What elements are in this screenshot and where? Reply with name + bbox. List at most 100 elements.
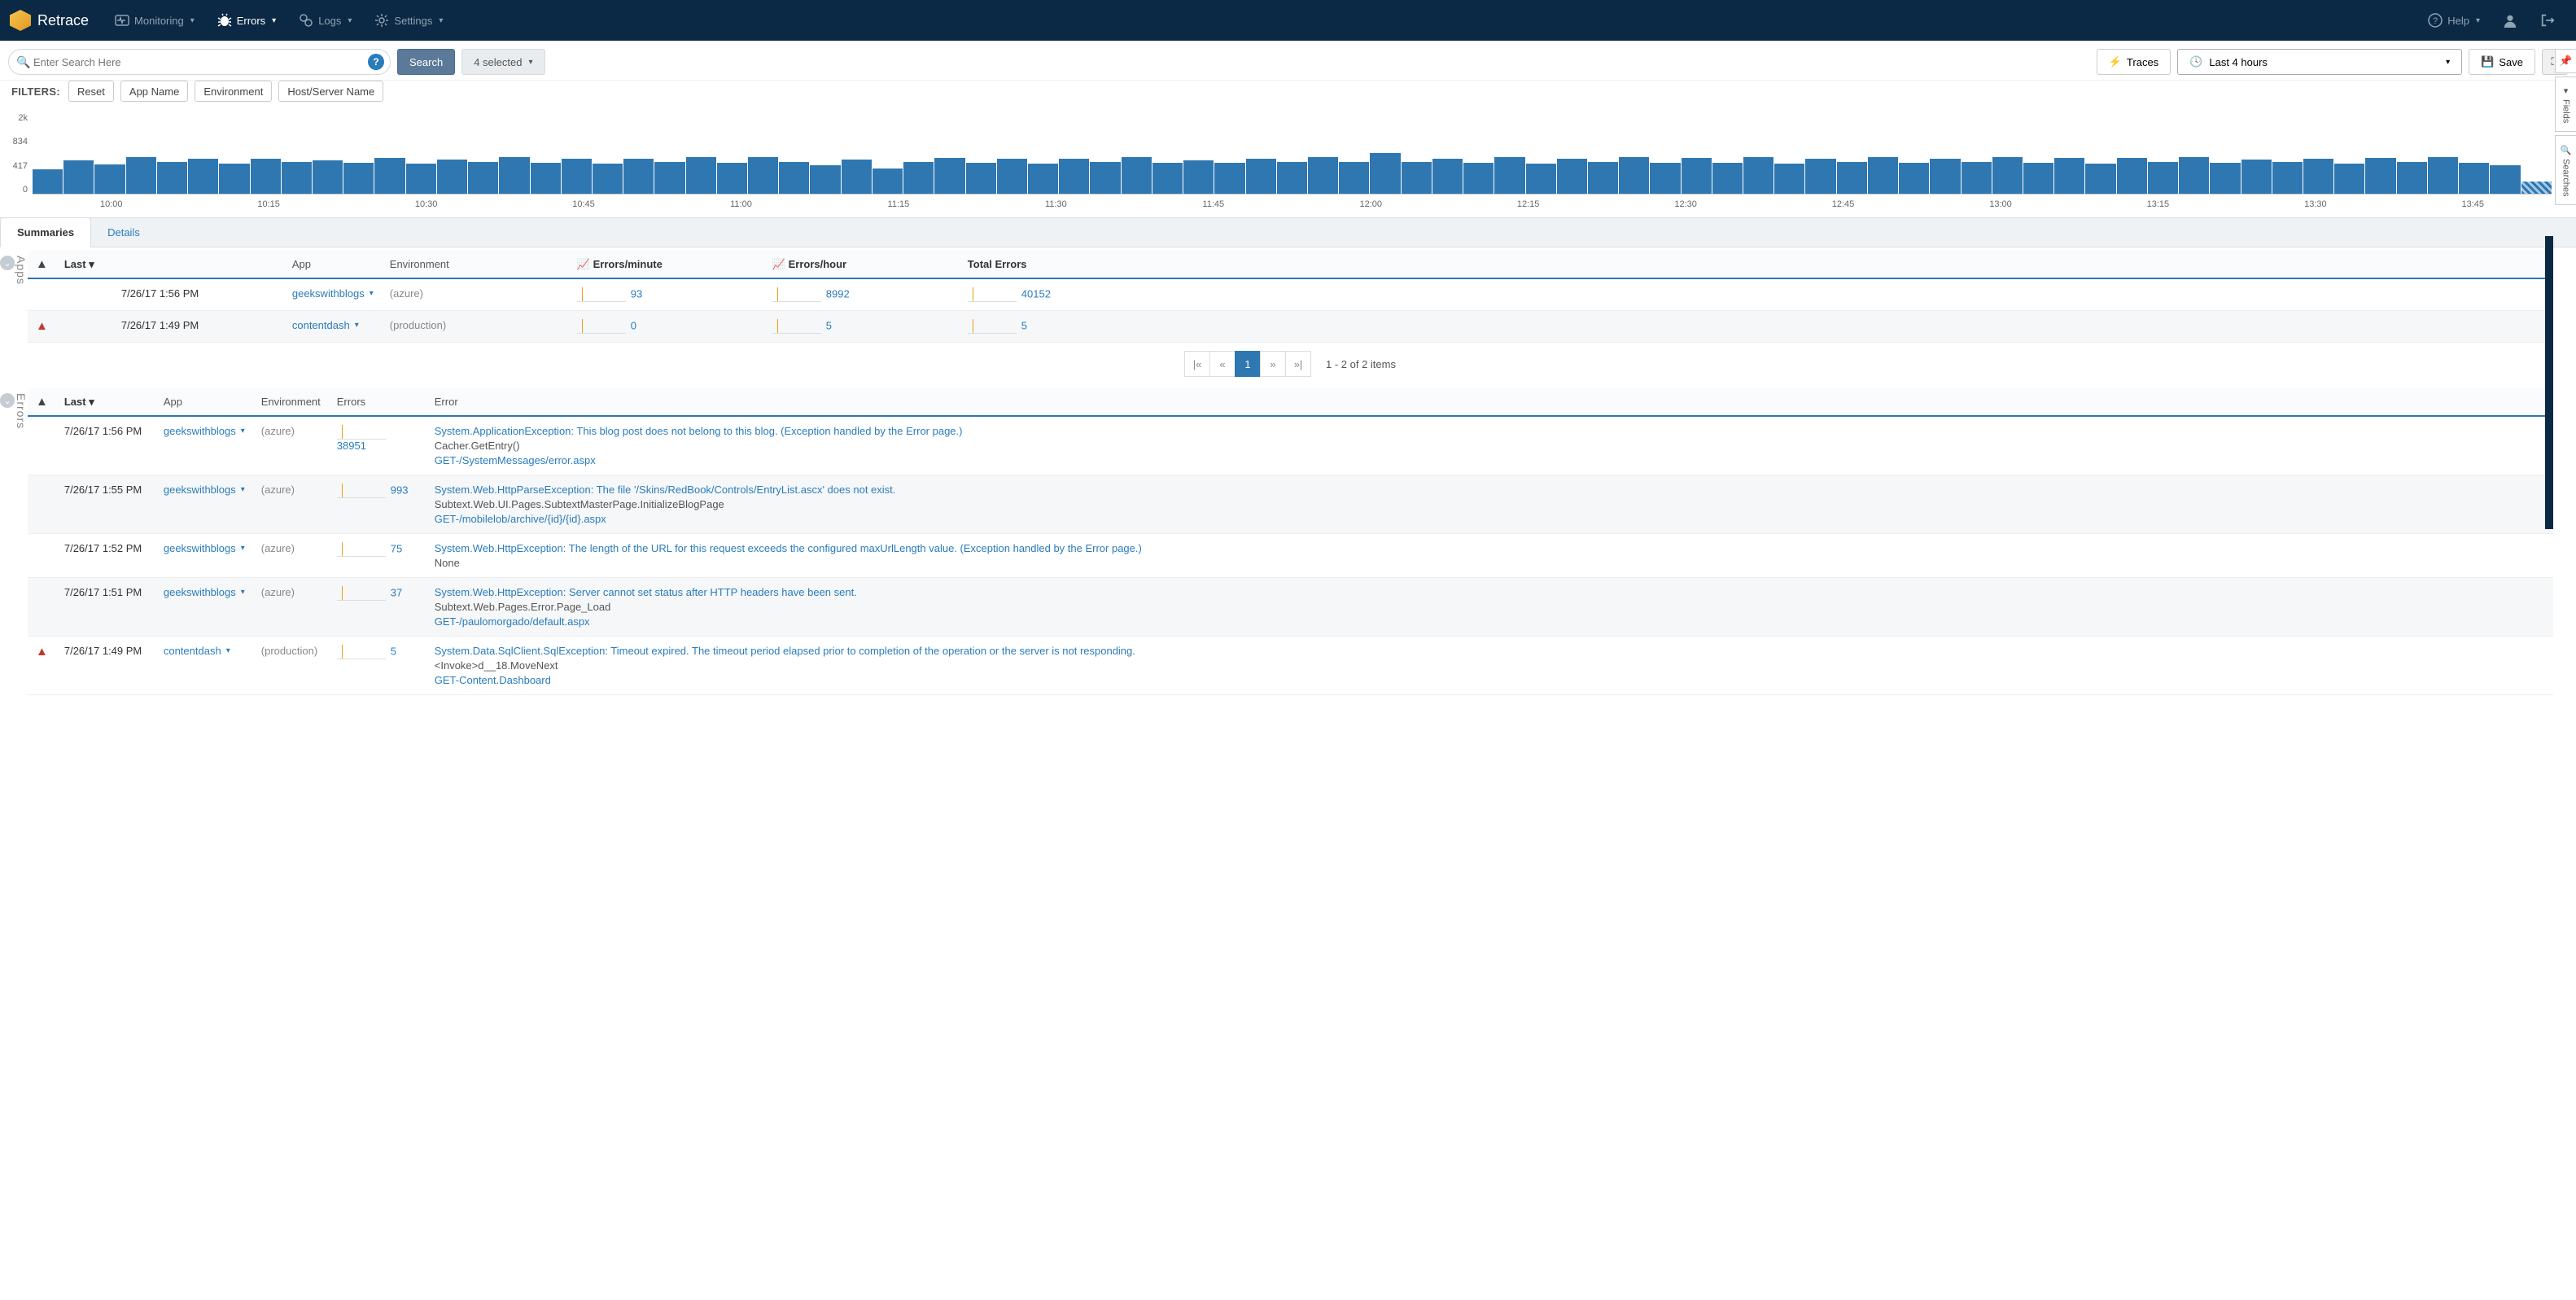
chart-bar[interactable] (2459, 163, 2489, 194)
chart-bar[interactable] (1712, 163, 1743, 194)
chart-bar[interactable] (717, 163, 747, 194)
chart-bar[interactable] (33, 169, 63, 194)
app-link[interactable]: contentdash ▾ (164, 645, 230, 657)
page-first[interactable]: |« (1184, 351, 1210, 377)
metric-link[interactable]: 75 (391, 542, 402, 554)
app-link[interactable]: contentdash ▾ (292, 319, 359, 331)
chart-bar[interactable] (1339, 162, 1369, 194)
chart-bar[interactable] (842, 160, 872, 194)
chart-bar[interactable] (779, 162, 809, 194)
metric-link[interactable]: 40152 (1021, 287, 1051, 300)
chart-bar[interactable] (406, 164, 436, 194)
chart-bar[interactable] (1588, 162, 1618, 194)
tab-summaries[interactable]: Summaries (0, 217, 91, 247)
chart-bar[interactable] (374, 158, 405, 194)
chart-bar[interactable] (1183, 160, 1214, 194)
metric-link[interactable]: 993 (391, 484, 409, 496)
scrollbar[interactable] (2545, 236, 2553, 529)
brand[interactable]: Retrace (10, 10, 89, 31)
chart-bar[interactable] (2521, 182, 2552, 194)
filter-app-name[interactable]: App Name (120, 81, 188, 102)
error-request[interactable]: GET-/paulomorgado/default.aspx (435, 615, 2545, 628)
page-last[interactable]: »| (1285, 351, 1311, 377)
timerange-dropdown[interactable]: 🕓Last 4 hours ▾ (2177, 49, 2462, 75)
chart-bar[interactable] (1214, 163, 1244, 194)
metric-link[interactable]: 93 (631, 287, 642, 300)
chart-bar[interactable] (997, 159, 1027, 194)
chart-bar[interactable] (1090, 162, 1120, 194)
chart-bar[interactable] (1650, 163, 1680, 194)
chart-bar[interactable] (1682, 158, 1712, 194)
table-row[interactable]: ▲7/26/17 1:49 PMcontentdash ▾(production… (28, 311, 2553, 343)
nav-logs[interactable]: Logs▾ (287, 0, 363, 41)
chart-bar[interactable] (1557, 159, 1587, 194)
error-request[interactable]: GET-/SystemMessages/error.aspx (435, 454, 2545, 466)
chart-bar[interactable] (873, 169, 903, 194)
chart-bar[interactable] (562, 159, 592, 194)
chart-bar[interactable] (1277, 162, 1307, 194)
chart-bar[interactable] (1494, 157, 1524, 194)
metric-link[interactable]: 0 (631, 319, 636, 331)
col-errors[interactable]: Errors (329, 388, 426, 416)
chart-bar[interactable] (934, 158, 964, 194)
chart-bar[interactable] (2334, 164, 2364, 194)
search-input[interactable] (8, 49, 391, 75)
col-env[interactable]: Environment (382, 251, 569, 278)
col-env[interactable]: Environment (253, 388, 329, 416)
chart-bar[interactable] (2490, 165, 2520, 194)
page-current[interactable]: 1 (1235, 351, 1261, 377)
chart-bar[interactable] (219, 164, 249, 194)
chart-bar[interactable] (1837, 162, 1867, 194)
rail-fields[interactable]: ▾Fields (2555, 77, 2576, 132)
chart-bar[interactable] (2397, 162, 2427, 194)
chart-bar[interactable] (1122, 157, 1152, 194)
nav-settings[interactable]: Settings▾ (363, 0, 454, 41)
error-title[interactable]: System.Web.HttpException: The length of … (435, 542, 2545, 554)
chart-bar[interactable] (966, 163, 996, 194)
filter-environment[interactable]: Environment (195, 81, 272, 102)
nav-errors[interactable]: Errors▾ (206, 0, 287, 41)
chart-bar[interactable] (126, 157, 156, 194)
chart-bars[interactable] (33, 113, 2552, 195)
col-error[interactable]: Error (426, 388, 2553, 416)
chart-bar[interactable] (1992, 157, 2023, 194)
error-request[interactable]: GET-Content.Dashboard (435, 674, 2545, 686)
chart-bar[interactable] (1432, 159, 1463, 194)
chart-bar[interactable] (157, 162, 187, 194)
chart-bar[interactable] (343, 163, 374, 194)
chart-bar[interactable] (2428, 157, 2458, 194)
chart-bar[interactable] (1899, 163, 1929, 194)
table-row[interactable]: 7/26/17 1:56 PMgeekswithblogs ▾(azure)93… (28, 278, 2553, 311)
chart-bar[interactable] (188, 159, 218, 194)
table-row[interactable]: ▲7/26/17 1:49 PMcontentdash ▾(production… (28, 637, 2553, 695)
nav-help[interactable]: ? Help▾ (2416, 0, 2491, 41)
chart-bar[interactable] (1930, 159, 1960, 194)
page-next[interactable]: » (1260, 351, 1286, 377)
chart-bar[interactable] (437, 160, 467, 194)
metric-link[interactable]: 5 (1021, 319, 1027, 331)
chart-bar[interactable] (313, 160, 343, 194)
save-button[interactable]: 💾Save (2469, 49, 2535, 75)
chart-bar[interactable] (1028, 164, 1058, 194)
table-row[interactable]: 7/26/17 1:56 PMgeekswithblogs ▾(azure)38… (28, 416, 2553, 475)
collapse-errors[interactable]: ⌄ (0, 393, 15, 408)
chart-bar[interactable] (686, 157, 716, 194)
chart-bar[interactable] (1370, 153, 1400, 194)
col-app[interactable]: App (155, 388, 253, 416)
chart-bar[interactable] (593, 164, 623, 194)
metric-link[interactable]: 38951 (337, 440, 366, 452)
chart-bar[interactable] (1246, 159, 1276, 194)
chart-bar[interactable] (2085, 164, 2115, 194)
metric-link[interactable]: 8992 (826, 287, 850, 300)
chart-bar[interactable] (531, 163, 561, 194)
chart-bar[interactable] (2148, 162, 2178, 194)
page-prev[interactable]: « (1209, 351, 1236, 377)
chart-bar[interactable] (2303, 159, 2333, 194)
chart-bar[interactable] (1463, 163, 1494, 194)
col-last[interactable]: Last ▾ (56, 251, 284, 278)
chart-bar[interactable] (810, 165, 840, 194)
error-title[interactable]: System.ApplicationException: This blog p… (435, 425, 2545, 437)
search-button[interactable]: Search (397, 49, 455, 75)
col-last[interactable]: Last ▾ (56, 388, 155, 416)
error-title[interactable]: System.Data.SqlClient.SqlException: Time… (435, 645, 2545, 657)
